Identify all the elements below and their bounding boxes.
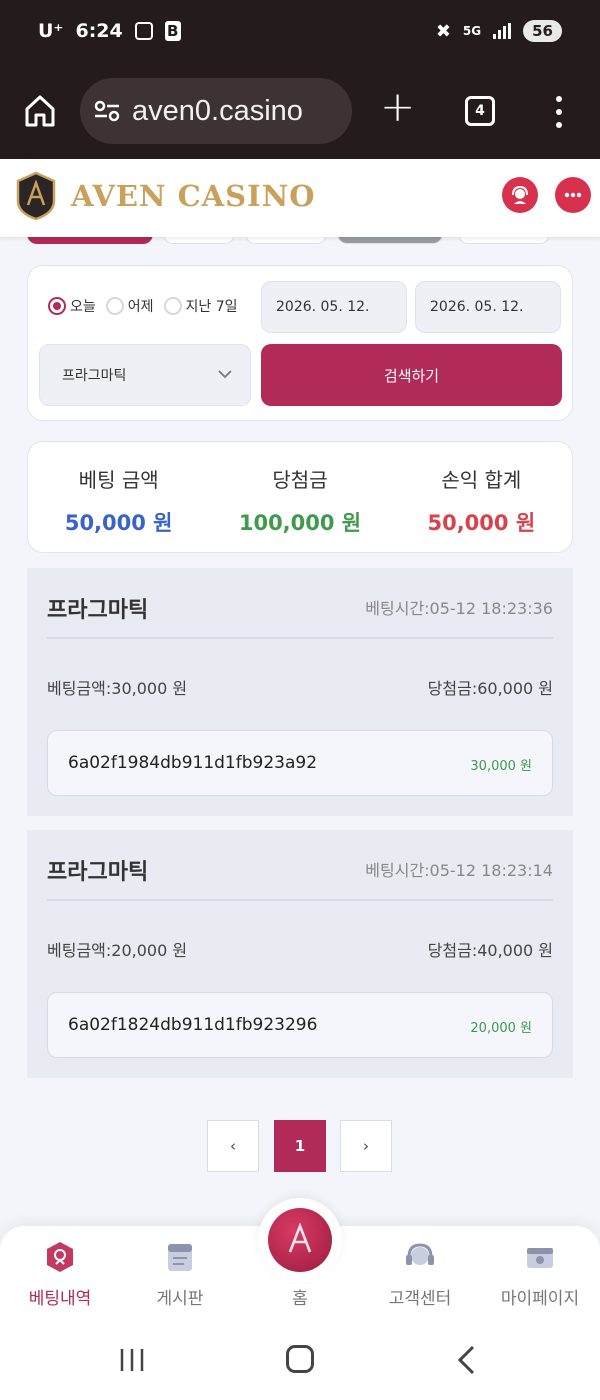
chat-bubble-icon <box>564 192 582 198</box>
divider <box>47 899 553 901</box>
new-tab-icon[interactable]: + <box>380 86 415 128</box>
bet-amount: 베팅금액:20,000 원 <box>47 941 188 960</box>
radio-yesterday[interactable]: 어제 <box>105 296 154 316</box>
home-logo-icon[interactable] <box>268 1208 332 1272</box>
bet-transaction-row[interactable]: 6a02f1824db911d1fb923296 20,000 원 <box>47 992 553 1058</box>
page-1-button[interactable]: 1 <box>274 1120 326 1172</box>
summary-bet-label: 베팅 금액 <box>78 468 159 492</box>
board-icon <box>168 1244 192 1271</box>
transaction-amount: 30,000 원 <box>470 759 532 774</box>
nav-label: 베팅내역 <box>28 1289 92 1309</box>
date-to-input[interactable]: 2026. 05. 12. <box>415 281 561 333</box>
bet-provider: 프라그마틱 <box>47 598 149 623</box>
b-app-icon: B <box>164 21 181 41</box>
system-home-icon[interactable] <box>286 1345 314 1373</box>
radio-selected-icon[interactable] <box>48 297 66 315</box>
mute-icon: ✖ <box>435 20 451 42</box>
nav-label: 고객센터 <box>388 1289 452 1309</box>
headset-icon <box>406 1243 434 1265</box>
divider <box>47 637 553 639</box>
chat-button[interactable] <box>555 177 591 213</box>
aven-mark-icon <box>288 1222 312 1253</box>
radio-unselected-icon[interactable] <box>163 297 182 315</box>
bet-record-card: 프라그마틱 베팅시간:05-12 18:23:14 베팅금액:20,000 원 … <box>27 830 573 1078</box>
transaction-id: 6a02f1984db911d1fb923a92 <box>68 753 318 773</box>
status-bar: U⁺ 6:24 B ✖ 5G 56 <box>0 0 600 66</box>
bet-transaction-row[interactable]: 6a02f1984db911d1fb923a92 30,000 원 <box>47 730 553 796</box>
provider-select[interactable]: 프라그마틱 <box>39 344 251 406</box>
browser-toolbar: aven0.casino + 4 <box>0 66 600 159</box>
betting-history-icon <box>47 1242 73 1272</box>
provider-select-value: 프라그마틱 <box>62 368 127 384</box>
summary-bet: 베팅 금액 50,000 원 <box>28 442 209 552</box>
battery-level: 56 <box>523 20 562 42</box>
summary-win-label: 당첨금 <box>272 468 328 492</box>
radio-label: 오늘 <box>70 299 96 315</box>
nav-label: 게시판 <box>156 1289 204 1309</box>
address-bar[interactable]: aven0.casino <box>80 78 352 144</box>
win-amount: 당첨금:40,000 원 <box>427 941 553 960</box>
back-icon[interactable] <box>456 1345 476 1375</box>
summary-profit: 손익 합계 50,000 원 <box>391 442 572 552</box>
filter-card: 오늘 어제 지난 7일 2026. 05. 12. 2026. 05. 12. … <box>27 265 573 421</box>
chevron-down-icon <box>218 370 232 379</box>
summary-profit-value: 50,000 원 <box>427 511 536 535</box>
recent-apps-icon[interactable] <box>119 1347 145 1373</box>
site-header: AVEN CASINO <box>0 159 600 237</box>
wallet-icon <box>527 1248 553 1268</box>
home-button[interactable] <box>258 1198 342 1282</box>
prev-page-button[interactable]: ‹ <box>207 1120 259 1172</box>
carrier-label: U⁺ <box>38 20 64 42</box>
radio-today[interactable]: 오늘 <box>48 296 96 316</box>
site-settings-icon[interactable] <box>94 100 120 122</box>
radio-label: 어제 <box>127 299 154 315</box>
site-logo-text[interactable]: AVEN CASINO <box>71 179 315 213</box>
network-type: 5G <box>462 24 482 38</box>
next-page-button[interactable]: › <box>340 1120 392 1172</box>
transaction-amount: 20,000 원 <box>470 1021 532 1036</box>
signal-icon <box>493 23 512 39</box>
nav-label: 홈 <box>292 1289 308 1309</box>
bet-amount: 베팅금액:30,000 원 <box>47 679 188 698</box>
bet-time: 베팅시간:05-12 18:23:14 <box>365 861 553 880</box>
home-icon[interactable] <box>24 94 56 128</box>
screenshot-icon <box>134 22 153 40</box>
summary-card: 베팅 금액 50,000 원 당첨금 100,000 원 손익 합계 50,00… <box>27 441 573 553</box>
nav-label: 마이페이지 <box>500 1289 580 1309</box>
status-bar-right: ✖ 5G 56 <box>436 20 562 42</box>
status-bar-left: U⁺ 6:24 B <box>38 20 181 42</box>
search-button[interactable]: 검색하기 <box>261 344 562 406</box>
clock: 6:24 <box>75 20 123 42</box>
transaction-id: 6a02f1824db911d1fb923296 <box>68 1015 318 1035</box>
url-text: aven0.casino <box>132 94 303 127</box>
tab-switcher-button[interactable]: 4 <box>465 96 495 126</box>
radio-label: 지난 7일 <box>185 299 238 315</box>
win-amount: 당첨금:60,000 원 <box>427 679 553 698</box>
date-from-input[interactable]: 2026. 05. 12. <box>261 281 407 333</box>
support-agent-icon <box>512 185 528 204</box>
more-menu-icon[interactable] <box>554 96 564 128</box>
summary-win: 당첨금 100,000 원 <box>209 442 390 552</box>
period-radio-group: 오늘 어제 지난 7일 <box>48 296 238 316</box>
radio-last-7-days[interactable]: 지난 7일 <box>163 296 238 316</box>
summary-win-value: 100,000 원 <box>238 511 362 535</box>
bet-time: 베팅시간:05-12 18:23:36 <box>365 599 553 618</box>
support-agent-button[interactable] <box>502 177 538 213</box>
system-nav-bar <box>0 1320 600 1400</box>
summary-profit-label: 손익 합계 <box>441 468 522 492</box>
aven-logo-emblem-icon[interactable] <box>15 171 57 221</box>
summary-bet-value: 50,000 원 <box>64 511 173 535</box>
radio-unselected-icon[interactable] <box>105 297 124 315</box>
bet-provider: 프라그마틱 <box>47 860 149 885</box>
bet-record-card: 프라그마틱 베팅시간:05-12 18:23:36 베팅금액:30,000 원 … <box>27 568 573 816</box>
